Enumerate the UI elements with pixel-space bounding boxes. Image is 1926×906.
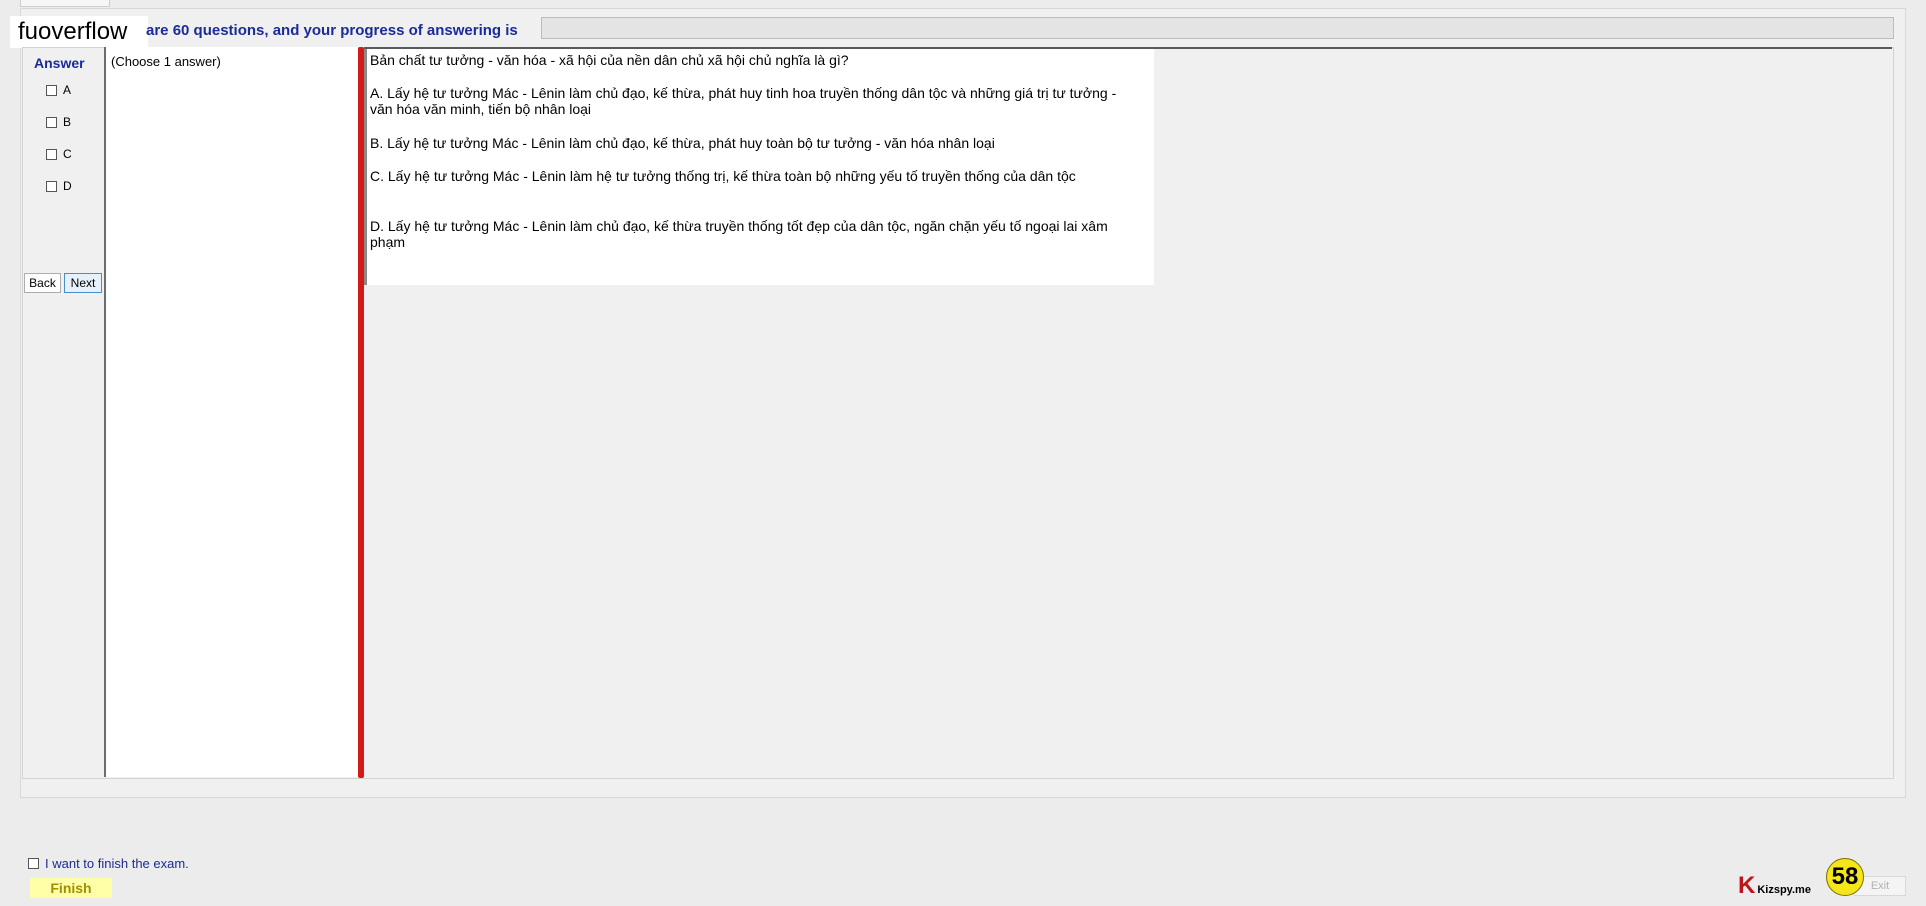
choose-panel xyxy=(104,47,358,777)
finish-button[interactable]: Finish xyxy=(30,878,112,898)
answer-option-c[interactable]: C xyxy=(46,146,72,162)
answer-option-a[interactable]: A xyxy=(46,82,71,98)
question-option-d: D. Lấy hệ tư tưởng Mác - Lênin làm chủ đ… xyxy=(370,218,1108,250)
finish-checkbox-label: I want to finish the exam. xyxy=(45,856,189,871)
question-counter-badge: 58 xyxy=(1826,858,1864,896)
answer-option-d[interactable]: D xyxy=(46,178,72,194)
question-option-b: B. Lấy hệ tư tưởng Mác - Lênin làm chủ đ… xyxy=(370,135,995,151)
brand-logo: K Kizspy.me xyxy=(1738,874,1811,898)
answer-option-b[interactable]: B xyxy=(46,114,71,130)
answer-option-label: C xyxy=(63,147,72,161)
watermark: fuoverflow xyxy=(10,16,148,48)
question-option-c: C. Lấy hệ tư tưởng Mác - Lênin làm hệ tư… xyxy=(370,168,1076,184)
question-option-a: A. Lấy hệ tư tưởng Mác - Lênin làm chủ đ… xyxy=(370,85,1117,117)
progress-label: are 60 questions, and your progress of a… xyxy=(146,22,518,39)
checkbox-a[interactable] xyxy=(46,84,57,96)
checkbox-d[interactable] xyxy=(46,180,57,192)
checkbox-b[interactable] xyxy=(46,116,57,128)
progress-bar xyxy=(541,17,1894,39)
finish-checkbox[interactable] xyxy=(28,858,39,869)
top-tab-remnant xyxy=(20,0,110,7)
brand-text: Kizspy.me xyxy=(1757,884,1811,896)
brand-k-icon: K xyxy=(1738,872,1756,899)
finish-confirm[interactable]: I want to finish the exam. xyxy=(28,856,189,871)
answer-option-label: B xyxy=(63,115,72,129)
question-text: Bản chất tư tưởng - văn hóa - xã hội của… xyxy=(370,52,849,68)
checkbox-c[interactable] xyxy=(46,148,57,160)
next-button[interactable]: Next xyxy=(64,273,102,293)
answer-title: Answer xyxy=(34,55,85,71)
answer-option-label: D xyxy=(63,179,72,193)
choose-hint: (Choose 1 answer) xyxy=(111,54,221,69)
back-button[interactable]: Back xyxy=(24,273,61,293)
answer-option-label: A xyxy=(63,83,72,97)
